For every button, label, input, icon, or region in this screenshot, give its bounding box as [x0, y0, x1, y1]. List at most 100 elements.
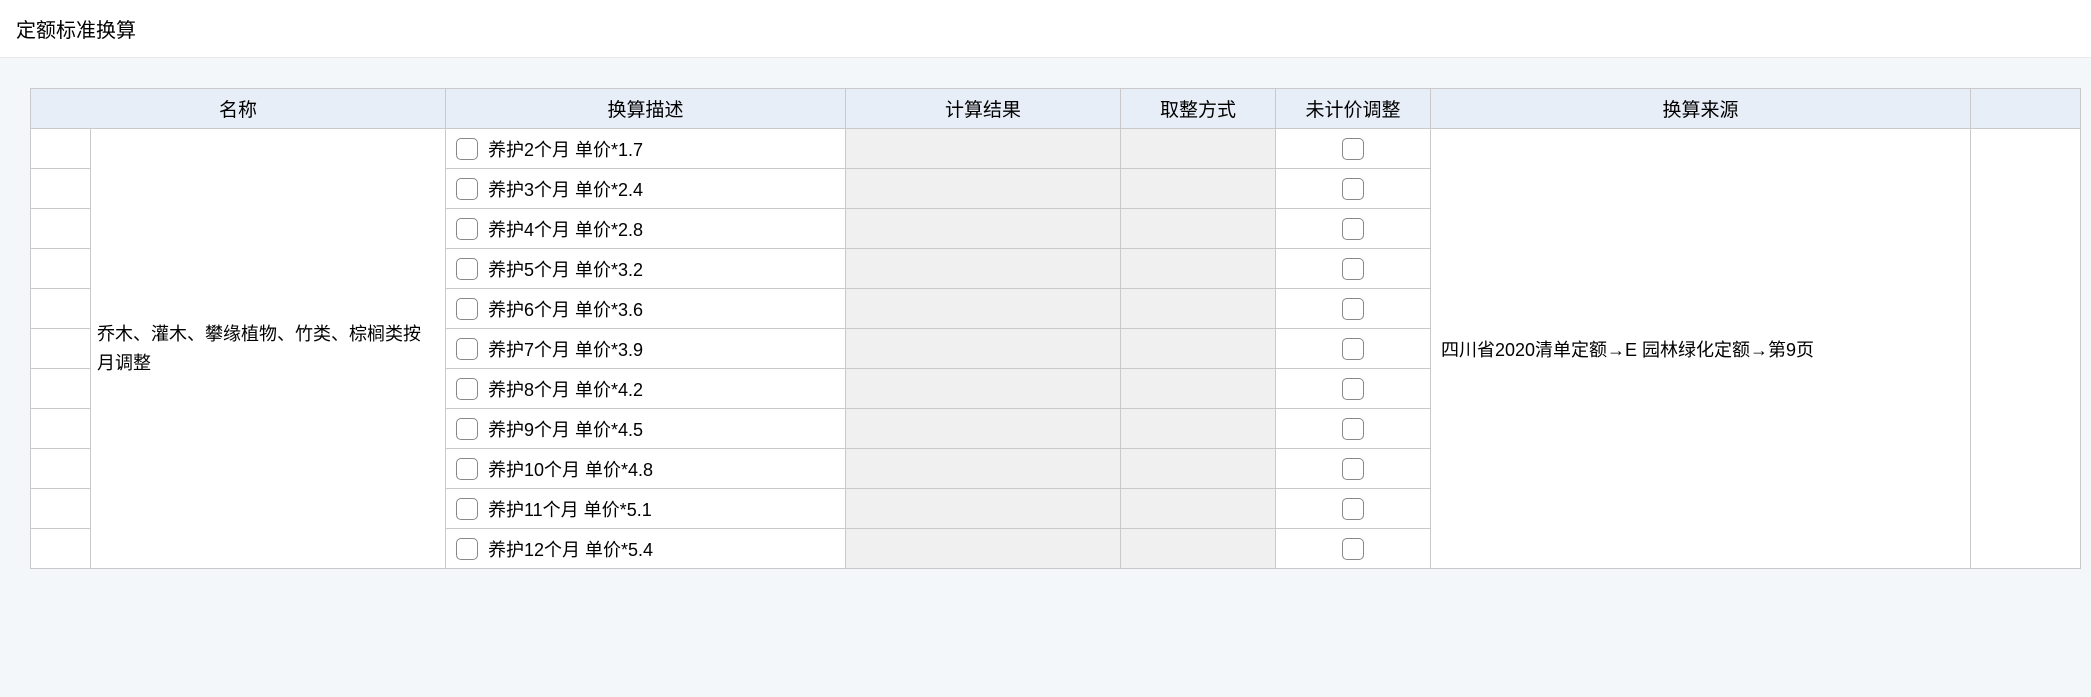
adjust-cell [1276, 129, 1431, 169]
desc-checkbox[interactable] [456, 178, 478, 200]
adjust-cell [1276, 449, 1431, 489]
result-cell [846, 529, 1121, 569]
adjust-checkbox[interactable] [1342, 258, 1364, 280]
adjust-checkbox[interactable] [1342, 538, 1364, 560]
result-cell [846, 249, 1121, 289]
adjust-cell [1276, 209, 1431, 249]
table-row: 乔木、灌木、攀缘植物、竹类、棕榈类按月调整养护2个月 单价*1.7四川省2020… [31, 129, 2081, 169]
table-header-row: 名称 换算描述 计算结果 取整方式 未计价调整 换算来源 [31, 89, 2081, 129]
desc-checkbox[interactable] [456, 338, 478, 360]
adjust-checkbox[interactable] [1342, 498, 1364, 520]
desc-text: 养护9个月 单价*4.5 [488, 416, 643, 442]
desc-checkbox[interactable] [456, 218, 478, 240]
right-spacer-cell [1971, 129, 2081, 569]
group-name-cell: 乔木、灌木、攀缘植物、竹类、棕榈类按月调整 [91, 129, 446, 569]
adjust-checkbox[interactable] [1342, 138, 1364, 160]
row-spacer-cell [31, 529, 91, 569]
desc-text: 养护11个月 单价*5.1 [488, 496, 652, 522]
header-desc: 换算描述 [446, 89, 846, 129]
desc-checkbox[interactable] [456, 498, 478, 520]
desc-text: 养护7个月 单价*3.9 [488, 336, 643, 362]
result-cell [846, 449, 1121, 489]
adjust-cell [1276, 249, 1431, 289]
adjust-checkbox[interactable] [1342, 338, 1364, 360]
desc-text: 养护12个月 单价*5.4 [488, 536, 653, 562]
round-cell [1121, 129, 1276, 169]
row-spacer-cell [31, 449, 91, 489]
adjust-cell [1276, 489, 1431, 529]
round-cell [1121, 289, 1276, 329]
result-cell [846, 369, 1121, 409]
row-spacer-cell [31, 409, 91, 449]
row-spacer-cell [31, 249, 91, 289]
desc-checkbox[interactable] [456, 378, 478, 400]
desc-cell: 养护12个月 单价*5.4 [446, 529, 846, 569]
desc-cell: 养护7个月 单价*3.9 [446, 329, 846, 369]
round-cell [1121, 249, 1276, 289]
desc-cell: 养护4个月 单价*2.8 [446, 209, 846, 249]
desc-text: 养护3个月 单价*2.4 [488, 176, 643, 202]
conversion-table: 名称 换算描述 计算结果 取整方式 未计价调整 换算来源 乔木、灌木、攀缘植物、… [30, 88, 2081, 569]
result-cell [846, 489, 1121, 529]
adjust-cell [1276, 369, 1431, 409]
row-spacer-cell [31, 129, 91, 169]
header-adjust: 未计价调整 [1276, 89, 1431, 129]
desc-checkbox[interactable] [456, 418, 478, 440]
desc-cell: 养护5个月 单价*3.2 [446, 249, 846, 289]
round-cell [1121, 489, 1276, 529]
result-cell [846, 289, 1121, 329]
desc-cell: 养护8个月 单价*4.2 [446, 369, 846, 409]
table-container: 名称 换算描述 计算结果 取整方式 未计价调整 换算来源 乔木、灌木、攀缘植物、… [0, 58, 2091, 569]
desc-text: 养护8个月 单价*4.2 [488, 376, 643, 402]
result-cell [846, 329, 1121, 369]
header-spacer [1971, 89, 2081, 129]
desc-text: 养护10个月 单价*4.8 [488, 456, 653, 482]
source-cell: 四川省2020清单定额→E 园林绿化定额→第9页 [1431, 129, 1971, 569]
desc-checkbox[interactable] [456, 538, 478, 560]
desc-checkbox[interactable] [456, 258, 478, 280]
round-cell [1121, 329, 1276, 369]
round-cell [1121, 409, 1276, 449]
row-spacer-cell [31, 329, 91, 369]
desc-cell: 养护11个月 单价*5.1 [446, 489, 846, 529]
header-round: 取整方式 [1121, 89, 1276, 129]
desc-cell: 养护10个月 单价*4.8 [446, 449, 846, 489]
result-cell [846, 129, 1121, 169]
row-spacer-cell [31, 369, 91, 409]
result-cell [846, 169, 1121, 209]
row-spacer-cell [31, 169, 91, 209]
adjust-checkbox[interactable] [1342, 458, 1364, 480]
adjust-checkbox[interactable] [1342, 378, 1364, 400]
round-cell [1121, 169, 1276, 209]
adjust-checkbox[interactable] [1342, 418, 1364, 440]
adjust-cell [1276, 329, 1431, 369]
round-cell [1121, 529, 1276, 569]
desc-cell: 养护9个月 单价*4.5 [446, 409, 846, 449]
result-cell [846, 409, 1121, 449]
header-name: 名称 [31, 89, 446, 129]
desc-cell: 养护2个月 单价*1.7 [446, 129, 846, 169]
adjust-cell [1276, 289, 1431, 329]
header-result: 计算结果 [846, 89, 1121, 129]
adjust-cell [1276, 529, 1431, 569]
row-spacer-cell [31, 289, 91, 329]
desc-checkbox[interactable] [456, 458, 478, 480]
round-cell [1121, 449, 1276, 489]
header-source: 换算来源 [1431, 89, 1971, 129]
desc-text: 养护4个月 单价*2.8 [488, 216, 643, 242]
desc-cell: 养护3个月 单价*2.4 [446, 169, 846, 209]
adjust-checkbox[interactable] [1342, 298, 1364, 320]
adjust-cell [1276, 169, 1431, 209]
desc-text: 养护6个月 单价*3.6 [488, 296, 643, 322]
desc-checkbox[interactable] [456, 138, 478, 160]
round-cell [1121, 209, 1276, 249]
adjust-cell [1276, 409, 1431, 449]
desc-cell: 养护6个月 单价*3.6 [446, 289, 846, 329]
desc-text: 养护2个月 单价*1.7 [488, 136, 643, 162]
row-spacer-cell [31, 209, 91, 249]
adjust-checkbox[interactable] [1342, 178, 1364, 200]
adjust-checkbox[interactable] [1342, 218, 1364, 240]
round-cell [1121, 369, 1276, 409]
row-spacer-cell [31, 489, 91, 529]
desc-checkbox[interactable] [456, 298, 478, 320]
